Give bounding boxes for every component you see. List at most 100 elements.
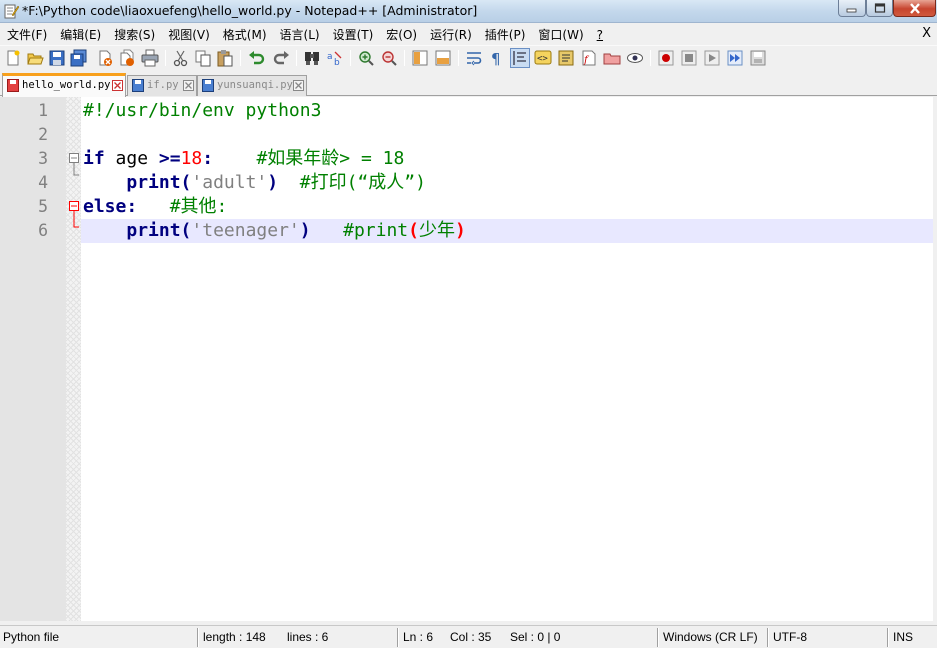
run-macro-multiple-icon[interactable] <box>726 49 744 67</box>
fold-margin[interactable] <box>66 97 81 621</box>
save-macro-icon[interactable] <box>749 49 767 67</box>
zoom-in-icon[interactable] <box>357 49 375 67</box>
code-line[interactable]: print('adult') #打印(“成人”) <box>83 171 426 195</box>
status-eol-format[interactable]: Windows (CR LF) <box>663 630 758 644</box>
vertical-scrollbar[interactable] <box>933 97 937 621</box>
menu-language[interactable]: 语言(L) <box>273 26 326 43</box>
close-document-button[interactable]: X <box>922 26 931 41</box>
menu-window[interactable]: 窗口(W) <box>531 26 589 43</box>
menu-settings[interactable]: 设置(T) <box>326 26 380 43</box>
maximize-button[interactable] <box>866 0 893 17</box>
status-file-type: Python file <box>3 630 60 644</box>
toolbar-separator <box>650 50 651 66</box>
svg-text:<>: <> <box>537 54 548 64</box>
status-column-position[interactable]: Col : 35 <box>450 630 491 644</box>
code-token: 'teenager' <box>191 220 300 241</box>
status-length: length : 148 <box>203 630 266 644</box>
fold-collapse-icon[interactable] <box>69 201 79 211</box>
code-token: ) <box>299 220 311 241</box>
zoom-out-icon[interactable] <box>380 49 398 67</box>
status-selection[interactable]: Sel : 0 | 0 <box>510 630 560 644</box>
tab-close-icon[interactable] <box>183 80 194 91</box>
window-title: *F:\Python code\liaoxuefeng\hello_world.… <box>22 3 478 18</box>
menu-search[interactable]: 搜索(S) <box>107 26 161 43</box>
toolbar-separator <box>165 50 166 66</box>
code-token: #如果年龄> = 18 <box>256 148 405 169</box>
code-token: ) <box>455 220 466 241</box>
menu-run[interactable]: 运行(R) <box>423 26 478 43</box>
stop-record-icon[interactable] <box>680 49 698 67</box>
line-number: 5 <box>38 197 48 216</box>
language-icon[interactable]: <> <box>534 49 552 67</box>
notepad-plus-plus-window: *F:\Python code\liaoxuefeng\hello_world.… <box>0 0 937 648</box>
monitoring-icon[interactable] <box>626 49 644 67</box>
paste-icon[interactable] <box>216 49 234 67</box>
redo-icon[interactable] <box>272 49 290 67</box>
show-all-chars-icon[interactable]: ¶ <box>488 49 506 67</box>
line-number: 3 <box>38 149 48 168</box>
new-file-icon[interactable] <box>4 49 22 67</box>
tab-close-icon[interactable] <box>293 80 304 91</box>
copy-icon[interactable] <box>194 49 212 67</box>
find-icon[interactable] <box>303 49 321 67</box>
menu-edit[interactable]: 编辑(E) <box>53 26 107 43</box>
code-token: 少年 <box>419 220 455 241</box>
undo-icon[interactable] <box>248 49 266 67</box>
menu-file[interactable]: 文件(F) <box>0 26 53 43</box>
status-separator <box>767 628 769 647</box>
status-separator <box>657 628 659 647</box>
tab-if[interactable]: if.py <box>127 75 197 96</box>
code-token: #!/usr/bin/env python3 <box>83 100 322 121</box>
status-insert-mode[interactable]: INS <box>893 630 913 644</box>
menu-macro[interactable]: 宏(O) <box>379 26 423 43</box>
sync-horizontal-icon[interactable] <box>434 49 452 67</box>
code-token: print <box>126 172 181 193</box>
code-line[interactable]: else: #其他: <box>83 195 227 219</box>
menu-view[interactable]: 视图(V) <box>161 26 216 43</box>
code-token: : <box>202 148 214 169</box>
close-file-icon[interactable] <box>96 49 114 67</box>
indent-guide-icon[interactable] <box>510 48 530 68</box>
menu-plugins[interactable]: 插件(P) <box>478 26 532 43</box>
word-wrap-icon[interactable] <box>465 49 483 67</box>
toolbar-separator <box>350 50 351 66</box>
code-line[interactable]: if age >=18: #如果年龄> = 18 <box>83 147 404 171</box>
save-all-icon[interactable] <box>70 49 88 67</box>
line-number-margin[interactable]: 1 2 3 4 5 6 <box>0 97 66 621</box>
tab-yunsuanqi[interactable]: yunsuanqi.py <box>197 75 307 96</box>
function-list-icon[interactable] <box>557 49 575 67</box>
tab-close-icon[interactable] <box>112 80 123 91</box>
code-token: >= <box>158 148 181 169</box>
close-window-button[interactable] <box>893 0 936 17</box>
doc-map-icon[interactable]: f <box>580 49 598 67</box>
tab-hello-world[interactable]: hello_world.py <box>2 73 126 97</box>
cut-icon[interactable] <box>172 49 190 67</box>
code-line[interactable]: print('teenager') #print(少年) <box>83 219 466 243</box>
save-icon[interactable] <box>48 49 66 67</box>
close-all-icon[interactable] <box>118 49 136 67</box>
tab-label: if.py <box>147 79 179 91</box>
code-token: age <box>104 148 159 169</box>
menu-format[interactable]: 格式(M) <box>216 26 273 43</box>
tab-bar: hello_world.py if.py yunsuanqi.py <box>0 72 937 97</box>
code-editor[interactable]: 1 2 3 4 5 6 #!/usr/bin/env python3 if ag… <box>0 97 937 621</box>
menu-help[interactable]: ? <box>590 28 609 42</box>
sync-vertical-icon[interactable] <box>411 49 429 67</box>
fold-end-line-icon <box>73 163 79 176</box>
status-line-position[interactable]: Ln : 6 <box>403 630 433 644</box>
print-icon[interactable] <box>141 49 159 67</box>
code-token: #其他: <box>169 196 228 217</box>
minimize-button[interactable] <box>838 0 866 17</box>
replace-icon[interactable]: ab <box>326 49 344 67</box>
status-separator <box>397 628 399 647</box>
status-encoding[interactable]: UTF-8 <box>773 630 807 644</box>
fold-collapse-icon[interactable] <box>69 153 79 163</box>
code-line[interactable]: #!/usr/bin/env python3 <box>83 99 321 123</box>
open-file-icon[interactable] <box>26 49 44 67</box>
folder-as-workspace-icon[interactable] <box>603 49 621 67</box>
record-macro-icon[interactable] <box>657 49 675 67</box>
play-macro-icon[interactable] <box>703 49 721 67</box>
title-bar[interactable]: *F:\Python code\liaoxuefeng\hello_world.… <box>0 0 937 23</box>
